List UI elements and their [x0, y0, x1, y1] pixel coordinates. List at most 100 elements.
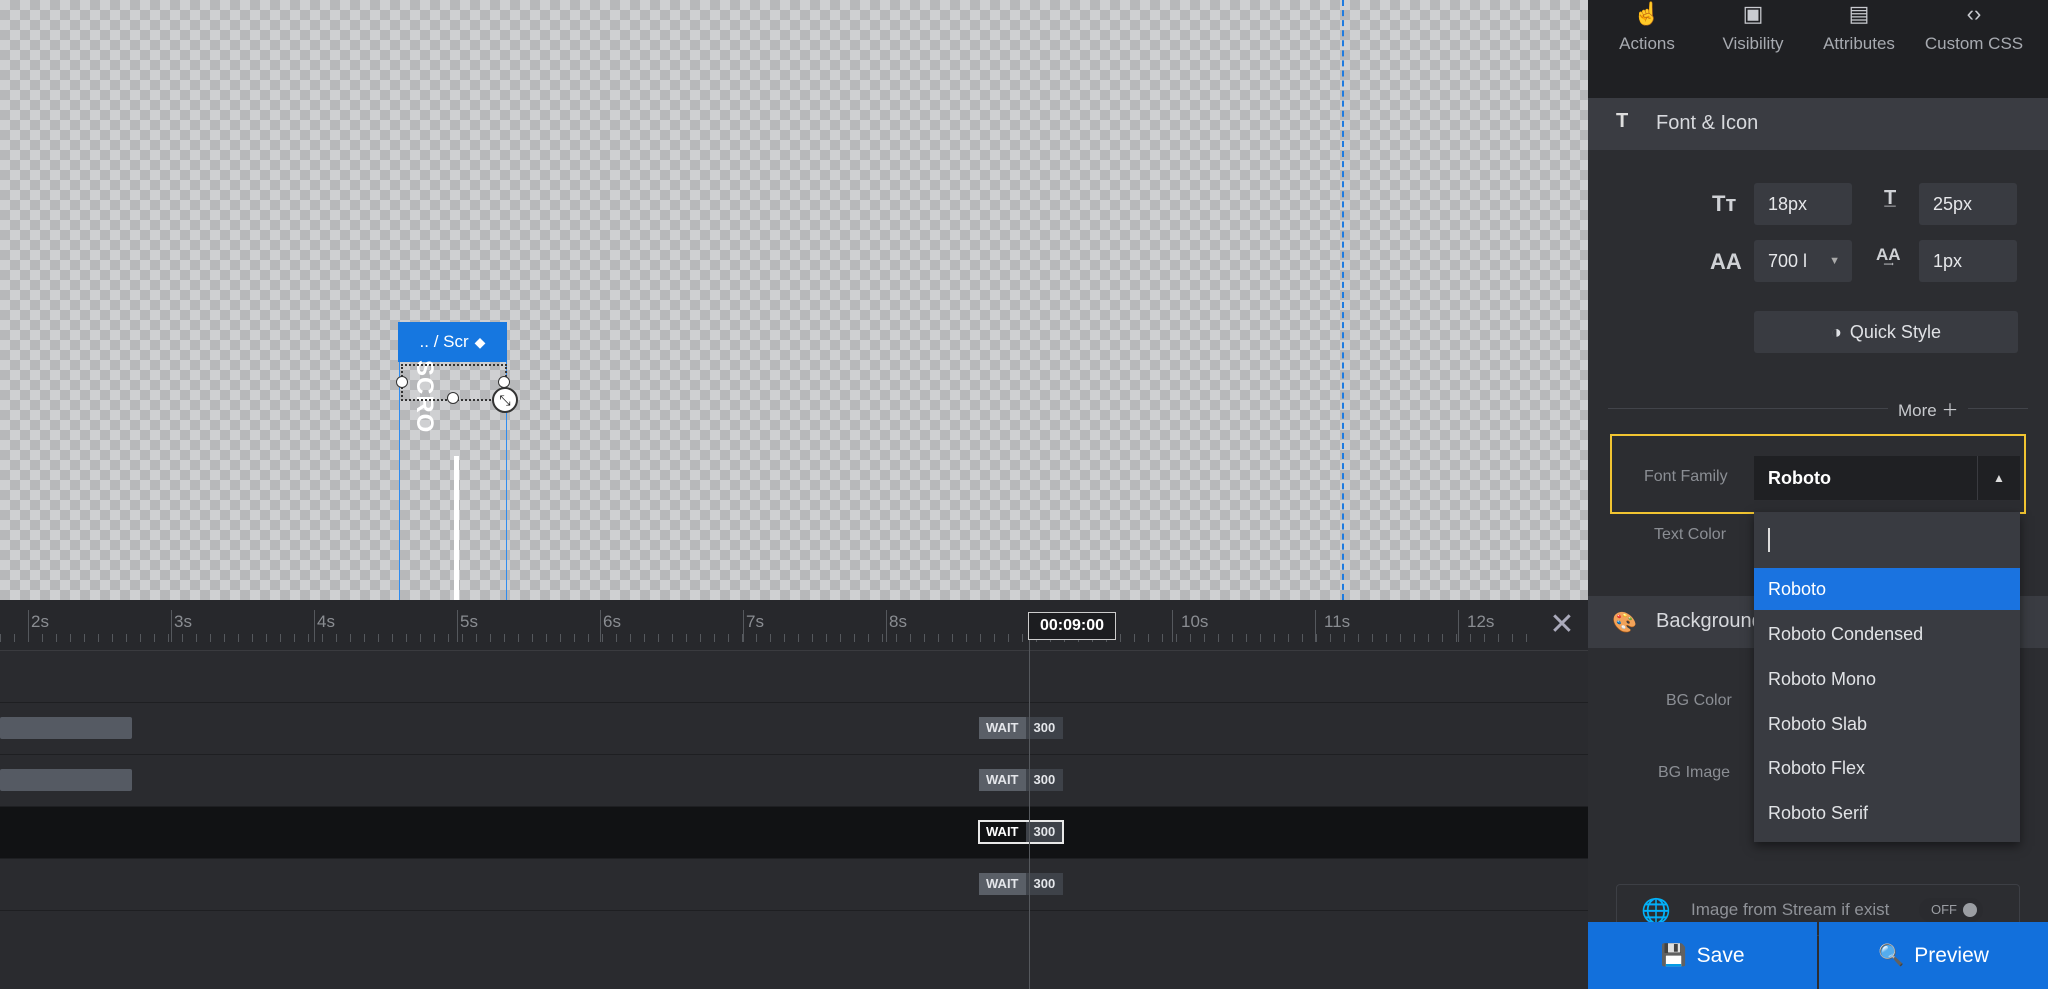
tab-custom-css[interactable]: ‹› Custom CSS: [1912, 0, 2036, 54]
quick-style-label: Quick Style: [1849, 322, 1941, 342]
tick-label: 2s: [31, 612, 49, 631]
font-icon-section-header[interactable]: T Font & Icon: [1588, 98, 2048, 150]
wait-value: 300: [1025, 717, 1064, 739]
tick-label: 5s: [460, 612, 478, 631]
ruler-tick: [314, 610, 315, 642]
bg-color-label: BG Color: [1666, 692, 1732, 709]
tick-label: 10s: [1181, 612, 1209, 631]
font-family-value: Roboto: [1768, 468, 1831, 488]
ruler-tick: [457, 610, 458, 642]
font-weight-select[interactable]: 700 l ▼: [1754, 240, 1852, 282]
tick-label: 7s: [746, 612, 764, 631]
plus-icon: ＋: [1941, 401, 1959, 420]
vertical-guide-line: [1342, 0, 1344, 600]
font-family-select[interactable]: Roboto ▲: [1754, 456, 2020, 500]
rotate-handle-icon[interactable]: ⤡: [492, 387, 518, 413]
timeline-row[interactable]: [0, 651, 1588, 703]
toggle-knob: [1963, 903, 1977, 917]
layer-line-shape: [454, 456, 459, 600]
ruler-tick: [600, 610, 601, 642]
chevron-up-icon[interactable]: ▲: [1977, 456, 2020, 500]
ruler-tick: [743, 610, 744, 642]
more-toggle[interactable]: More ＋: [1888, 396, 1969, 421]
text-color-label: Text Color: [1654, 526, 1727, 543]
quick-style-button[interactable]: ◑ Quick Style: [1754, 311, 2018, 353]
letter-spacing-icon: A͢A: [1876, 245, 1901, 264]
document-icon: ▤: [1848, 1, 1870, 26]
wait-value: 300: [1025, 821, 1064, 843]
wait-value: 300: [1025, 769, 1064, 791]
wait-badge[interactable]: WAIT 300: [979, 717, 1064, 739]
wait-badge[interactable]: WAIT 300: [979, 769, 1064, 791]
wait-value: 300: [1025, 873, 1064, 895]
tick-label: 4s: [317, 612, 335, 631]
letter-spacing-input[interactable]: 1px: [1919, 240, 2017, 282]
font-size-input[interactable]: 18px: [1754, 183, 1852, 225]
timeline-row[interactable]: WAIT 300: [0, 859, 1588, 911]
close-icon[interactable]: ✕: [1548, 610, 1576, 640]
tick-label: 3s: [174, 612, 192, 631]
playhead-time[interactable]: 00:09:00: [1028, 612, 1116, 640]
tab-attributes[interactable]: ▤ Attributes: [1806, 0, 1912, 54]
font-option[interactable]: Roboto Mono: [1754, 658, 2020, 700]
timeline-row-selected[interactable]: WAIT 300: [0, 807, 1588, 859]
line-height-input[interactable]: 25px: [1919, 183, 2017, 225]
font-family-dropdown[interactable]: Roboto Roboto Condensed Roboto Mono Robo…: [1754, 512, 2020, 842]
tick-label: 8s: [889, 612, 907, 631]
layer-time-bar[interactable]: [0, 717, 132, 739]
wait-badge[interactable]: WAIT 300: [979, 873, 1064, 895]
bg-image-label: BG Image: [1658, 764, 1731, 781]
slide-canvas[interactable]: .. / Scr ◆ SCRO ⤡: [0, 0, 1588, 600]
resize-handle-left[interactable]: [396, 376, 408, 388]
save-icon: 💾: [1660, 944, 1687, 967]
more-label: More: [1898, 401, 1937, 420]
layer-time-bar[interactable]: [0, 769, 132, 791]
wait-label: WAIT: [979, 821, 1026, 843]
playhead-line: [1029, 640, 1030, 989]
font-weight-value: 700 l: [1768, 251, 1808, 271]
section-title: Font & Icon: [1656, 112, 1759, 134]
search-icon: 🔍: [1878, 944, 1905, 967]
stream-label: Image from Stream if exist: [1691, 900, 1890, 919]
text-cursor: [1768, 528, 1770, 552]
font-option[interactable]: Roboto Serif: [1754, 792, 2020, 834]
layer-tag-label: .. / Scr: [419, 332, 469, 351]
save-button[interactable]: 💾 Save: [1588, 922, 1817, 989]
wait-label: WAIT: [979, 717, 1026, 739]
layers-icon: ◆: [474, 334, 486, 350]
timeline-row[interactable]: WAIT 300: [0, 755, 1588, 807]
layer-tag[interactable]: .. / Scr ◆: [398, 322, 507, 362]
timeline-ruler[interactable]: 2s 3s 4s 5s 6s 7s 8s 10s 11s 12s 00:09:0…: [0, 600, 1588, 651]
tick-label: 12s: [1467, 612, 1495, 631]
resize-handle-bottom[interactable]: [447, 392, 459, 404]
visibility-icon: ▣: [1742, 1, 1764, 26]
code-icon: ‹›: [1966, 1, 1982, 26]
section-title: Background: [1656, 610, 1763, 632]
tab-label: Visibility: [1722, 34, 1784, 53]
preview-label: Preview: [1914, 944, 1989, 967]
ruler-tick: [28, 610, 29, 642]
font-option[interactable]: Roboto: [1754, 568, 2020, 610]
ruler-tick: [1458, 610, 1459, 642]
stream-toggle[interactable]: OFF: [1919, 898, 1983, 922]
chevron-down-icon: ▼: [1829, 255, 1840, 267]
tab-label: Custom CSS: [1924, 34, 2024, 53]
font-weight-icon: AA: [1710, 249, 1742, 274]
font-option[interactable]: Roboto Condensed: [1754, 613, 2020, 655]
wait-badge[interactable]: WAIT 300: [977, 820, 1065, 844]
tab-actions[interactable]: ☝ Actions: [1594, 0, 1700, 54]
font-option[interactable]: Roboto Slab: [1754, 703, 2020, 745]
font-search-input[interactable]: [1754, 512, 2020, 568]
tab-visibility[interactable]: ▣ Visibility: [1700, 0, 1806, 54]
font-option[interactable]: Roboto Flex: [1754, 747, 2020, 789]
toggle-state: OFF: [1931, 902, 1957, 917]
timeline-row[interactable]: WAIT 300: [0, 703, 1588, 755]
tab-label: Attributes: [1823, 34, 1895, 53]
font-size-icon: Tт: [1712, 191, 1737, 216]
contrast-icon: ◑: [1831, 322, 1842, 342]
preview-button[interactable]: 🔍 Preview: [1819, 922, 2048, 989]
ruler-tick: [1315, 610, 1316, 642]
ruler-tick: [1172, 610, 1173, 642]
tick-label: 6s: [603, 612, 621, 631]
font-family-label: Font Family: [1644, 468, 1728, 485]
